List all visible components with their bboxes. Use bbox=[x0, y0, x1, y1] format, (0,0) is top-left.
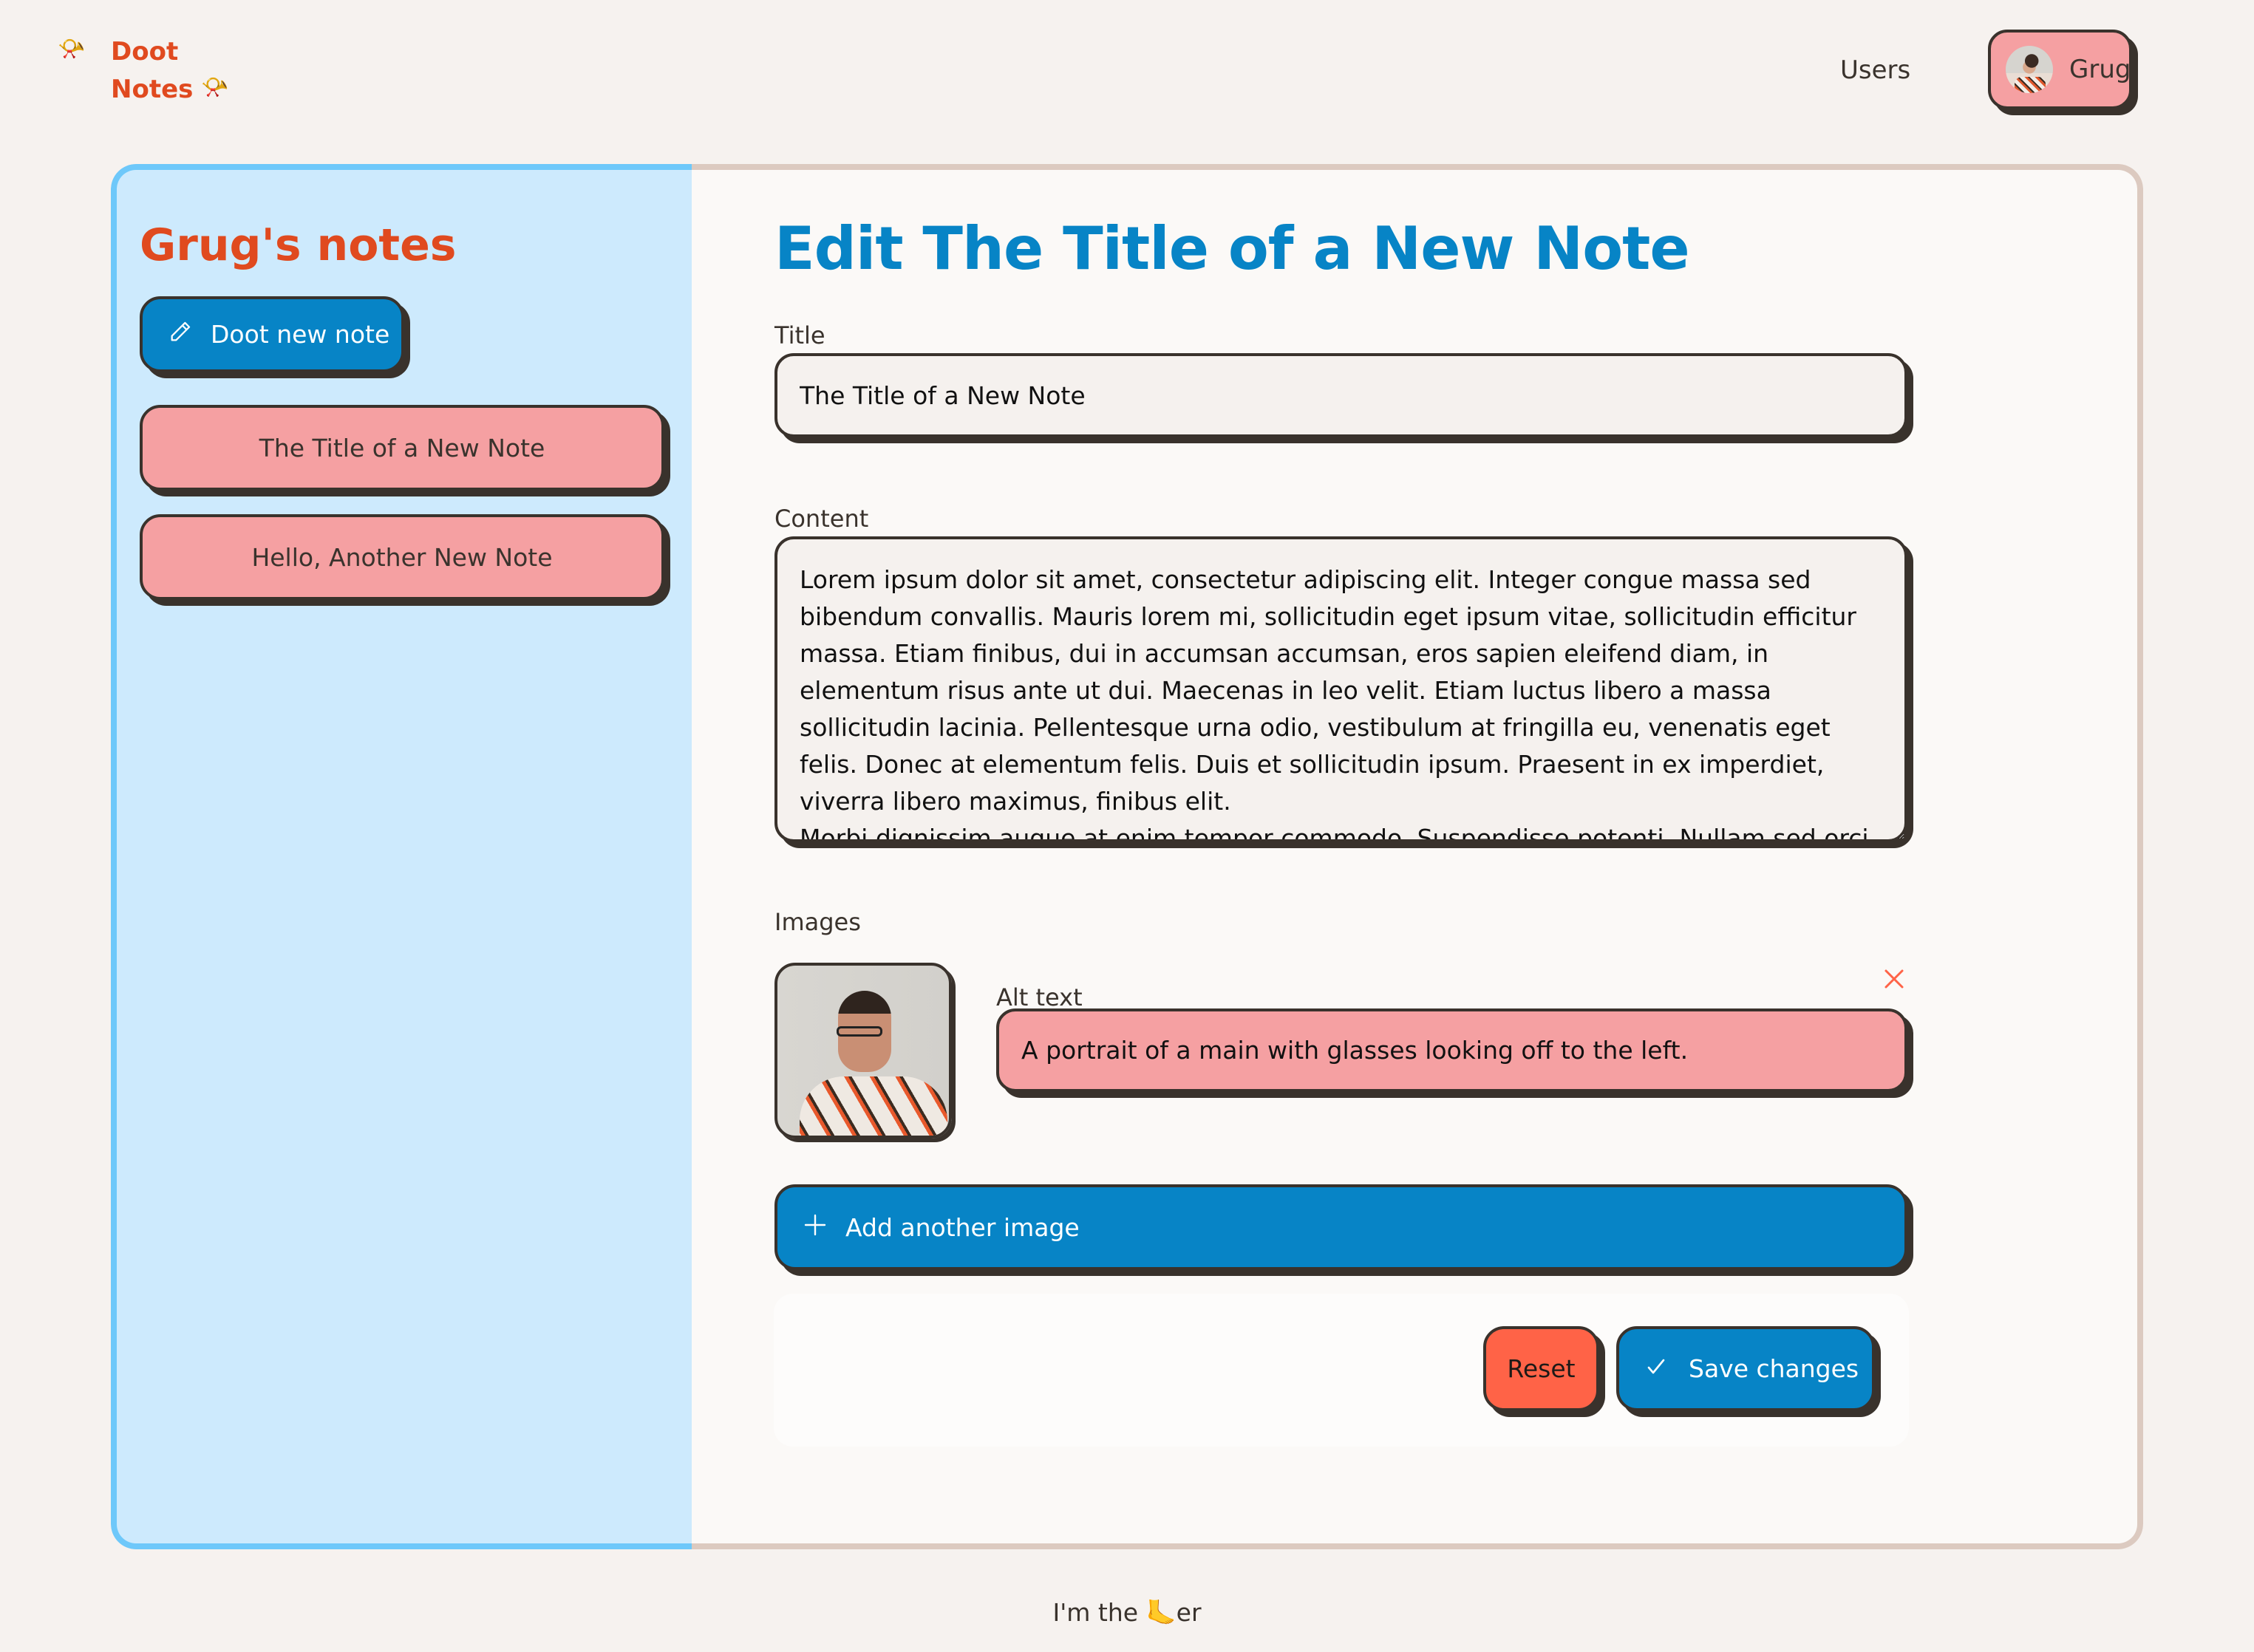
footer-text-suffix: er bbox=[1176, 1598, 1202, 1627]
notes-card: Grug's notes Doot new note The Title of … bbox=[111, 164, 2143, 1549]
postal-horn-icon: 📯 bbox=[201, 75, 229, 100]
logo-line-1[interactable]: Doot bbox=[111, 33, 178, 70]
check-icon bbox=[1646, 1354, 1666, 1383]
content-label: Content bbox=[774, 505, 869, 533]
add-image-label: Add another image bbox=[845, 1212, 1080, 1242]
image-thumbnail bbox=[774, 963, 952, 1139]
nav-users-link[interactable]: Users bbox=[1840, 52, 1910, 89]
sidebar-title: Grug's notes bbox=[140, 219, 457, 271]
new-note-label: Doot new note bbox=[211, 320, 390, 349]
postal-horn-icon: 📯 bbox=[58, 36, 86, 62]
sidebar: Grug's notes Doot new note The Title of … bbox=[111, 164, 692, 1549]
footer-text: I'm the bbox=[1052, 1598, 1146, 1627]
alt-text-input[interactable] bbox=[996, 1008, 1907, 1092]
note-list-item[interactable]: The Title of a New Note bbox=[140, 405, 664, 491]
logo-line-2[interactable]: Notes bbox=[111, 71, 193, 108]
user-menu-button[interactable]: Grug bbox=[1988, 30, 2132, 109]
new-note-button[interactable]: Doot new note bbox=[140, 296, 404, 372]
save-label: Save changes bbox=[1689, 1354, 1859, 1383]
user-name: Grug bbox=[2069, 55, 2131, 84]
page-title: Edit The Title of a New Note bbox=[774, 214, 1690, 283]
images-label: Images bbox=[774, 908, 861, 936]
pencil-icon bbox=[168, 319, 193, 350]
title-label: Title bbox=[774, 321, 825, 349]
save-button[interactable]: Save changes bbox=[1616, 1326, 1875, 1411]
close-icon[interactable] bbox=[1883, 968, 1905, 990]
note-list-item[interactable]: Hello, Another New Note bbox=[140, 514, 664, 600]
note-list-item-label: Hello, Another New Note bbox=[251, 542, 553, 572]
reset-button[interactable]: Reset bbox=[1483, 1326, 1599, 1411]
user-avatar bbox=[2006, 46, 2053, 93]
add-image-button[interactable]: Add another image bbox=[774, 1184, 1907, 1270]
title-input[interactable] bbox=[774, 353, 1907, 437]
reset-label: Reset bbox=[1507, 1354, 1576, 1383]
footer: I'm the 🦶er bbox=[0, 1594, 2254, 1631]
foot-icon: 🦶 bbox=[1145, 1598, 1177, 1627]
note-editor: Edit The Title of a New Note Title Conte… bbox=[692, 164, 2143, 1549]
note-list-item-label: The Title of a New Note bbox=[259, 433, 545, 463]
content-textarea[interactable]: Lorem ipsum dolor sit amet, consectetur … bbox=[774, 536, 1907, 842]
plus-icon bbox=[804, 1213, 826, 1242]
